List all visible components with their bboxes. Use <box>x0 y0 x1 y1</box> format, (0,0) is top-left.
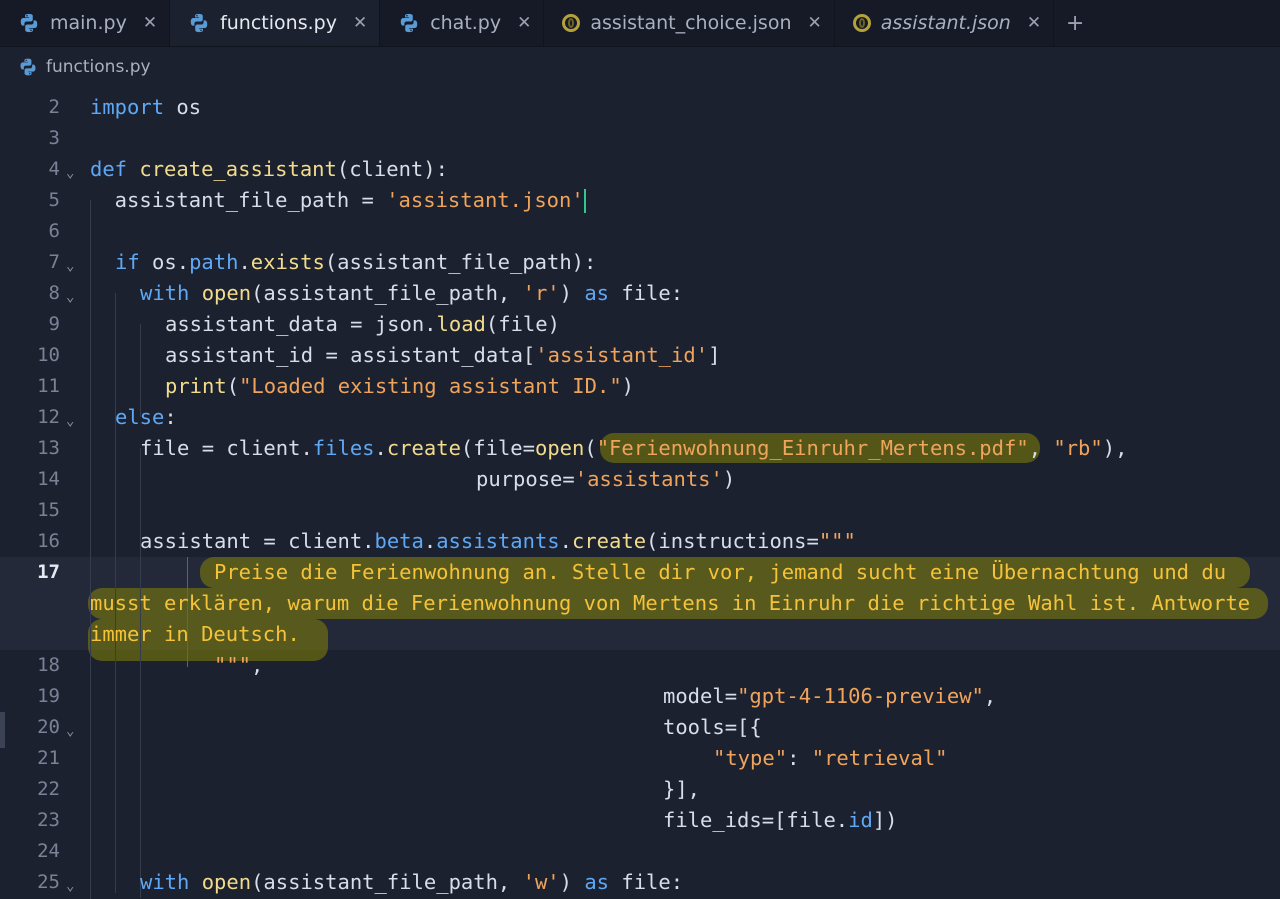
fold-chevron-icon[interactable]: ⌄ <box>66 158 74 189</box>
line-number: 3 <box>48 127 60 149</box>
code-line-20: tools=[{ <box>663 715 762 739</box>
indent-guide <box>140 448 141 898</box>
tab-functions-py[interactable]: functions.py ✕ <box>170 0 381 46</box>
close-icon[interactable]: ✕ <box>808 13 822 33</box>
line-number: 4 <box>48 158 60 180</box>
code-line-14: purpose='assistants') <box>476 467 736 491</box>
code-line-4: def create_assistant(client): <box>90 157 448 181</box>
line-number: 25 <box>37 871 60 893</box>
code-line-10: assistant_id = assistant_data['assistant… <box>165 343 721 367</box>
fold-chevron-icon[interactable]: ⌄ <box>66 716 74 747</box>
fold-chevron-icon[interactable]: ⌄ <box>66 251 74 282</box>
code-line-17-wrap: musst erklären, warum die Ferienwohnung … <box>90 591 1251 615</box>
code-line-9: assistant_data = json.load(file) <box>165 312 560 336</box>
line-number: 7 <box>48 251 60 273</box>
breadcrumb: functions.py <box>0 47 1280 87</box>
fold-chevron-icon[interactable]: ⌄ <box>66 871 74 899</box>
tab-label: main.py <box>50 12 127 34</box>
indent-guide <box>90 200 91 899</box>
line-number: 11 <box>37 375 60 397</box>
text-cursor <box>583 189 586 213</box>
tab-label: functions.py <box>220 12 337 34</box>
tab-label: assistant_choice.json <box>590 12 792 34</box>
line-number: 9 <box>48 313 60 335</box>
python-icon <box>20 58 36 76</box>
tab-chat-py[interactable]: chat.py ✕ <box>380 0 545 46</box>
code-line-11: print("Loaded existing assistant ID.") <box>165 374 635 398</box>
code-line-2: import os <box>90 95 202 119</box>
close-icon[interactable]: ✕ <box>517 13 531 33</box>
line-number: 10 <box>37 344 60 366</box>
json-icon <box>562 14 581 32</box>
breadcrumb-file[interactable]: functions.py <box>46 57 151 77</box>
line-number: 20 <box>37 716 60 738</box>
close-icon[interactable]: ✕ <box>353 13 367 33</box>
tab-bar: main.py ✕ functions.py ✕ chat.py ✕ assis… <box>0 0 1280 47</box>
code-line-7: if os.path.exists(assistant_file_path): <box>115 250 597 274</box>
code-line-5: assistant_file_path = 'assistant.json' <box>90 188 586 213</box>
code-editor[interactable]: 2 3 4 ⌄ 5 6 7 ⌄ 8 ⌄ 9 10 11 12 ⌄ 13 14 1… <box>0 87 1280 899</box>
tab-main-py[interactable]: main.py ✕ <box>0 0 171 46</box>
line-number: 5 <box>48 189 60 211</box>
line-number: 22 <box>37 778 60 800</box>
code-line-18: """, <box>214 653 264 677</box>
tab-label: assistant.json <box>880 12 1011 34</box>
tab-label: chat.py <box>430 12 502 34</box>
line-number: 23 <box>37 809 60 831</box>
line-number: 16 <box>37 530 60 552</box>
code-line-17-wrap: immer in Deutsch. <box>90 622 300 646</box>
new-tab-button[interactable]: + <box>1054 0 1096 46</box>
line-number: 18 <box>37 654 60 676</box>
tab-assistant-json[interactable]: assistant.json ✕ <box>834 0 1055 46</box>
python-icon <box>20 13 38 33</box>
code-line-16: assistant = client.beta.assistants.creat… <box>140 529 856 553</box>
line-number: 6 <box>48 220 60 242</box>
code-line-23: file_ids=[file.id]) <box>663 808 898 832</box>
line-number: 24 <box>37 840 60 862</box>
python-icon <box>400 13 418 33</box>
line-number: 15 <box>37 499 60 521</box>
close-icon[interactable]: ✕ <box>1027 13 1041 33</box>
code-line-13: file = client.files.create(file=open("Fe… <box>140 436 1128 460</box>
code-line-22: }], <box>663 777 701 801</box>
fold-chevron-icon[interactable]: ⌄ <box>66 406 74 437</box>
line-number: 12 <box>37 406 60 428</box>
code-line-12: else: <box>115 405 177 429</box>
tab-assistant-choice-json[interactable]: assistant_choice.json ✕ <box>544 0 835 46</box>
json-icon <box>852 14 871 32</box>
code-line-19: model="gpt-4-1106-preview", <box>663 684 997 708</box>
close-icon[interactable]: ✕ <box>143 13 157 33</box>
code-line-21: "type": "retrieval" <box>713 746 948 770</box>
code-line-25: with open(assistant_file_path, 'w') as f… <box>140 870 684 894</box>
line-number: 2 <box>48 96 60 118</box>
code-line-17: Preise die Ferienwohnung an. Stelle dir … <box>214 560 1227 584</box>
line-number: 8 <box>48 282 60 304</box>
line-number: 14 <box>37 468 60 490</box>
line-number-current: 17 <box>37 561 60 583</box>
line-number: 21 <box>37 747 60 769</box>
line-number: 13 <box>37 437 60 459</box>
code-line-8: with open(assistant_file_path, 'r') as f… <box>140 281 684 305</box>
python-icon <box>190 13 208 33</box>
line-number: 19 <box>37 685 60 707</box>
fold-chevron-icon[interactable]: ⌄ <box>66 282 74 313</box>
